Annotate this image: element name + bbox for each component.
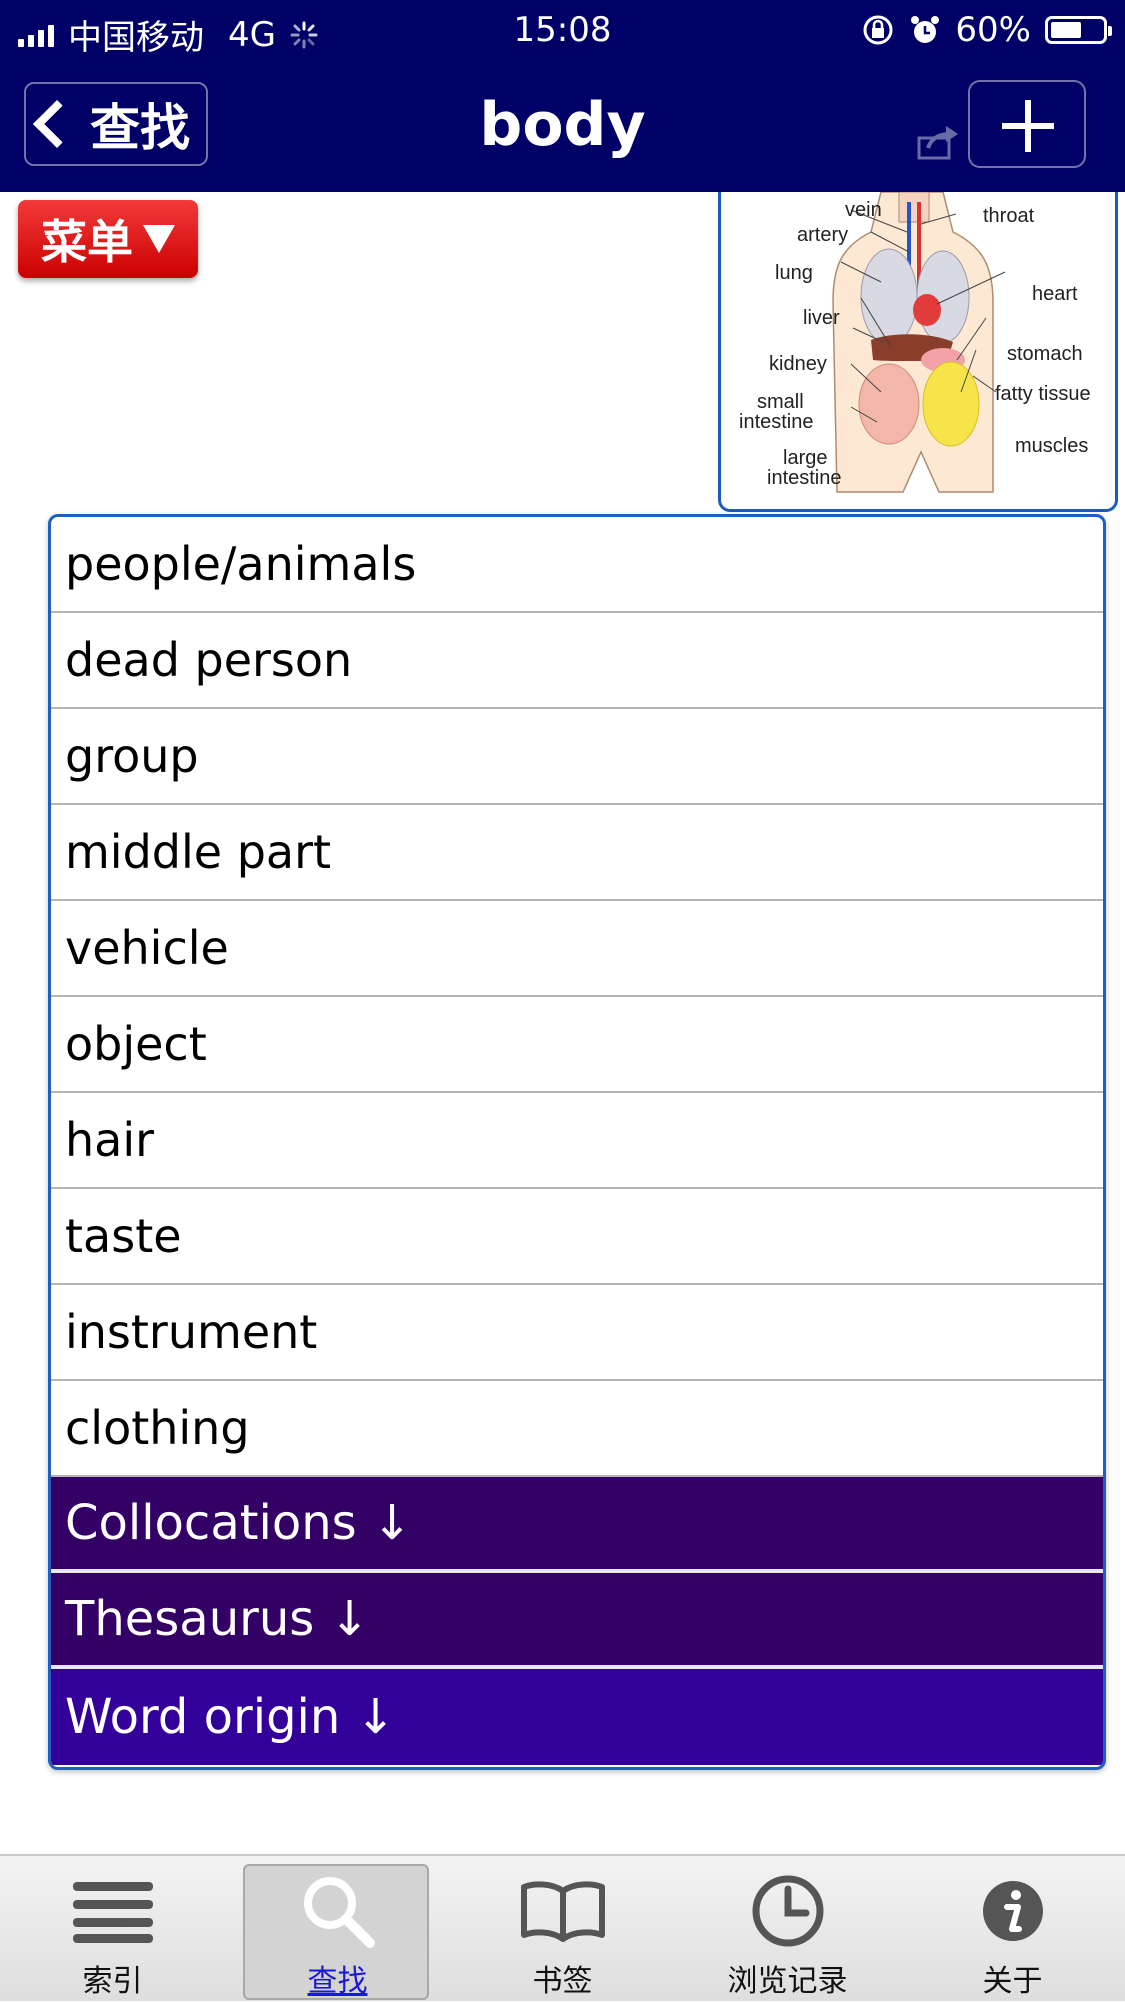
label-large-intestine: intestine — [767, 467, 842, 489]
sense-item[interactable]: middle part — [51, 805, 1103, 901]
sense-item[interactable]: taste — [51, 1189, 1103, 1285]
tab-history[interactable]: 浏览记录 — [675, 1856, 900, 2003]
share-icon[interactable] — [916, 122, 960, 162]
triangle-down-icon — [143, 225, 175, 253]
tab-bar: 索引 查找 书签 浏览记录 关于 — [0, 1854, 1125, 2001]
label-fatty-tissue: fatty tissue — [995, 383, 1091, 405]
search-icon — [303, 1877, 375, 1948]
sense-item[interactable]: object — [51, 997, 1103, 1093]
label-liver: liver — [803, 307, 840, 329]
sense-item[interactable]: dead person — [51, 613, 1103, 709]
tab-about[interactable]: 关于 — [900, 1856, 1125, 2003]
sense-item[interactable]: people/animals — [51, 517, 1103, 613]
label-artery: artery — [797, 224, 849, 246]
sense-item[interactable]: clothing — [51, 1381, 1103, 1477]
info-icon — [982, 1881, 1043, 1941]
battery-percent: 60% — [955, 10, 1031, 50]
sense-item[interactable]: hair — [51, 1093, 1103, 1189]
menu-button-label: 菜单 — [41, 215, 133, 269]
tab-search[interactable]: 查找 — [225, 1856, 450, 2003]
label-lung: lung — [775, 262, 813, 284]
nav-bar: 查找 body — [0, 60, 1125, 192]
label-large: large — [783, 447, 828, 469]
rotation-lock-icon — [863, 15, 893, 45]
tab-bookmarks-label: 书签 — [532, 1964, 593, 1999]
tab-search-label: 查找 — [307, 1964, 368, 1999]
battery-icon — [1045, 16, 1112, 44]
menu-button[interactable]: 菜单 — [18, 200, 198, 278]
add-bookmark-button[interactable] — [968, 80, 1086, 168]
sense-item[interactable]: instrument — [51, 1285, 1103, 1381]
clock-icon — [752, 1875, 823, 1947]
label-stomach: stomach — [1007, 343, 1083, 365]
label-vein: vein — [845, 199, 882, 221]
tab-index[interactable]: 索引 — [0, 1856, 225, 2003]
tab-bookmarks[interactable]: 书签 — [450, 1856, 675, 2003]
book-icon — [520, 1881, 605, 1942]
battery-fill — [1051, 22, 1081, 38]
label-throat: throat — [983, 205, 1035, 227]
sense-item[interactable]: vehicle — [51, 901, 1103, 997]
label-heart: heart — [1032, 283, 1078, 305]
status-right: 60% — [861, 10, 1112, 50]
list-icon — [72, 1882, 153, 1943]
label-small-intestine: intestine — [739, 411, 814, 433]
body-illustration[interactable]: vein throat artery lung heart liver stom… — [718, 192, 1118, 512]
word-origin-section-link[interactable]: Word origin ↓ — [51, 1669, 1103, 1765]
sense-item[interactable]: group — [51, 709, 1103, 805]
tab-about-label: 关于 — [982, 1964, 1043, 1999]
sense-list: people/animals dead person group middle … — [48, 514, 1106, 1770]
tab-history-label: 浏览记录 — [727, 1964, 848, 1999]
alarm-icon — [911, 16, 940, 43]
label-small: small — [757, 391, 804, 413]
collocations-section-link[interactable]: Collocations ↓ — [51, 1477, 1103, 1573]
tab-index-label: 索引 — [82, 1964, 143, 1999]
label-muscles: muscles — [1015, 435, 1089, 457]
label-kidney: kidney — [769, 353, 827, 375]
thesaurus-section-link[interactable]: Thesaurus ↓ — [51, 1573, 1103, 1669]
status-bar: 中国移动 4G 15:08 60% — [0, 0, 1125, 60]
